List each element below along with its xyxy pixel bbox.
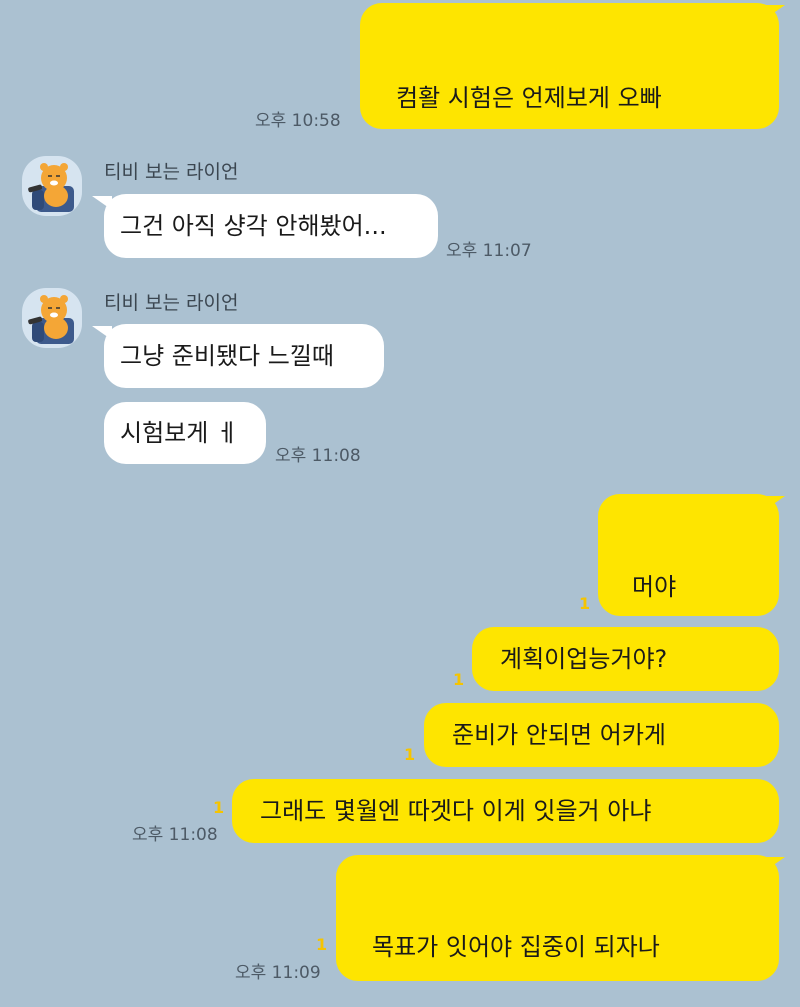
message-text: 목표가 잇어야 집중이 되자나: [372, 933, 660, 961]
bubble-tail: [92, 196, 112, 210]
sender-name: 티비 보는 라이언: [104, 161, 239, 183]
unread-count: 1: [316, 935, 328, 954]
bubble-tail: [765, 857, 785, 871]
bubble-tail: [765, 496, 785, 510]
lion-avatar-icon[interactable]: [22, 156, 82, 216]
message-text: 머야: [632, 573, 677, 601]
unread-count: 1: [579, 594, 591, 613]
message-text: 그건 아직 샹각 안해봤어...: [120, 212, 387, 240]
bubble-tail: [92, 326, 112, 340]
unread-count: 1: [453, 670, 465, 689]
message-text: 준비가 안되면 어카게: [452, 721, 666, 749]
chat-bubble-theirs[interactable]: 그건 아직 샹각 안해봤어...: [104, 194, 438, 258]
chat-bubble-theirs[interactable]: 시험보게 ㅔ: [104, 402, 266, 464]
chat-bubble-mine[interactable]: 컴활 시험은 언제보게 오빠: [360, 3, 779, 129]
bubble-tail: [765, 5, 785, 19]
message-text: 그냥 준비됐다 느낄때: [120, 342, 334, 370]
message-text: 시험보게 ㅔ: [120, 419, 239, 447]
chat-bubble-mine[interactable]: 머야: [598, 494, 779, 616]
message-text: 계획이업능거야?: [500, 645, 668, 673]
chat-bubble-theirs[interactable]: 그냥 준비됐다 느낄때: [104, 324, 384, 388]
message-timestamp: 오후 11:09: [235, 963, 321, 983]
unread-count: 1: [404, 745, 416, 764]
sender-name: 티비 보는 라이언: [104, 292, 239, 314]
unread-count: 1: [213, 798, 225, 817]
chat-bubble-mine[interactable]: 목표가 잇어야 집중이 되자나: [336, 855, 779, 981]
message-text: 컴활 시험은 언제보게 오빠: [396, 84, 662, 112]
message-timestamp: 오후 11:08: [275, 446, 361, 466]
chat-bubble-mine[interactable]: 계획이업능거야?: [472, 627, 779, 691]
chat-bubble-mine[interactable]: 그래도 몇월엔 따겟다 이게 잇을거 아냐: [232, 779, 779, 843]
message-text: 그래도 몇월엔 따겟다 이게 잇을거 아냐: [260, 797, 652, 825]
message-timestamp: 오후 11:07: [446, 241, 532, 261]
message-timestamp: 오후 11:08: [132, 825, 218, 845]
chat-bubble-mine[interactable]: 준비가 안되면 어카게: [424, 703, 779, 767]
message-timestamp: 오후 10:58: [255, 111, 341, 131]
lion-avatar-icon[interactable]: [22, 288, 82, 348]
